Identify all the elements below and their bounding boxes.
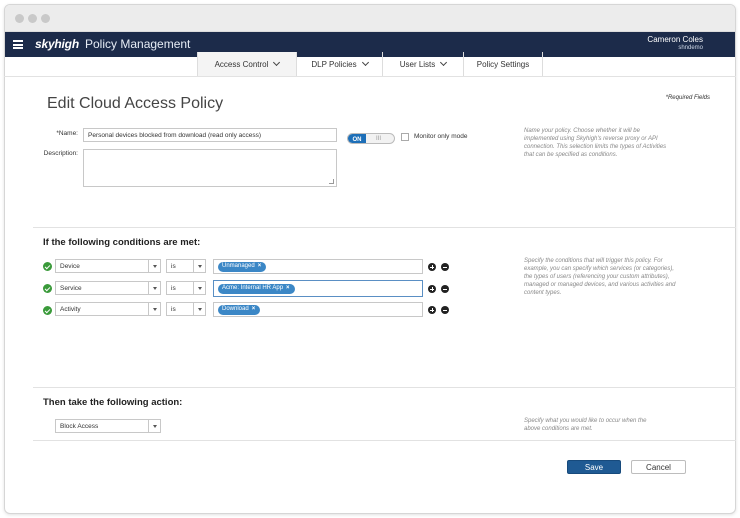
remove-condition-icon[interactable] [441, 285, 449, 293]
tab-label: Access Control [214, 59, 269, 69]
tab-label: DLP Policies [311, 59, 357, 69]
monitor-only-checkbox[interactable] [401, 133, 409, 141]
policy-name-input[interactable]: Personal devices blocked from download (… [83, 128, 337, 142]
chevron-down-icon [440, 58, 448, 67]
save-button[interactable]: Save [567, 460, 621, 474]
proxy-api-toggle[interactable]: ON III [347, 133, 395, 144]
description-label: Description: [43, 150, 78, 157]
dropdown-arrow-icon [193, 303, 205, 315]
main-tabs: Access Control DLP Policies User Lists P… [197, 52, 543, 76]
tab-dlp-policies[interactable]: DLP Policies [297, 52, 383, 76]
select-value: Service [60, 285, 82, 292]
dropdown-arrow-icon [148, 260, 160, 272]
conditions-heading: If the following conditions are met: [43, 237, 201, 248]
select-value: is [171, 285, 176, 292]
condition-value-input[interactable]: Acme: Internal HR App × [213, 280, 423, 297]
condition-operator-select[interactable]: is [166, 302, 206, 316]
remove-tag-icon[interactable]: × [252, 306, 256, 312]
remove-condition-icon[interactable] [441, 306, 449, 314]
dropdown-arrow-icon [193, 260, 205, 272]
name-label: *Name: [56, 130, 78, 137]
window-close-dot[interactable] [15, 14, 24, 23]
chevron-down-icon [273, 58, 281, 67]
remove-tag-icon[interactable]: × [258, 263, 262, 269]
chevron-down-icon [361, 58, 369, 67]
condition-operator-select[interactable]: is [166, 281, 206, 295]
condition-valid-icon [43, 284, 52, 293]
condition-tag[interactable]: Acme: Internal HR App × [218, 284, 295, 294]
remove-tag-icon[interactable]: × [286, 285, 290, 291]
action-heading: Then take the following action: [43, 397, 183, 408]
condition-operator-select[interactable]: is [166, 259, 206, 273]
condition-field-select[interactable]: Device [55, 259, 161, 273]
app-logo[interactable]: skyhigh [35, 37, 79, 51]
user-tenant: shndemo [678, 45, 703, 51]
page-title: Edit Cloud Access Policy [47, 95, 224, 112]
action-help-text: Specify what you would like to occur whe… [524, 418, 647, 432]
add-condition-icon[interactable] [428, 306, 436, 314]
condition-tag[interactable]: Unmanaged × [218, 262, 267, 272]
toggle-grip-icon: III [376, 136, 382, 142]
cancel-button[interactable]: Cancel [631, 460, 686, 474]
required-fields-note: *Required Fields [665, 95, 710, 101]
action-select[interactable]: Block Access [55, 419, 161, 433]
select-value: Activity [60, 306, 81, 313]
condition-tag[interactable]: Download × [218, 305, 261, 315]
user-menu[interactable]: Cameron Coles shndemo [647, 35, 703, 53]
window-minimize-dot[interactable] [28, 14, 37, 23]
condition-valid-icon [43, 262, 52, 271]
user-name: Cameron Coles [647, 35, 703, 44]
dropdown-arrow-icon [193, 282, 205, 294]
condition-value-input[interactable]: Download × [213, 302, 423, 317]
section-divider [33, 440, 736, 441]
tab-label: User Lists [399, 59, 436, 69]
tag-label: Acme: Internal HR App [222, 285, 284, 291]
add-condition-icon[interactable] [428, 263, 436, 271]
tag-label: Download [222, 306, 249, 312]
add-condition-icon[interactable] [428, 285, 436, 293]
monitor-only-label: Monitor only mode [414, 133, 468, 140]
tag-label: Unmanaged [222, 263, 255, 269]
tab-policy-settings[interactable]: Policy Settings [464, 52, 543, 76]
window-maximize-dot[interactable] [41, 14, 50, 23]
tab-user-lists[interactable]: User Lists [383, 52, 464, 76]
description-textarea[interactable] [83, 149, 337, 187]
select-value: is [171, 306, 176, 313]
dropdown-arrow-icon [148, 303, 160, 315]
condition-field-select[interactable]: Activity [55, 302, 161, 316]
tabbar-divider [4, 76, 736, 77]
condition-field-select[interactable]: Service [55, 281, 161, 295]
select-value: Device [60, 263, 80, 270]
select-value: Block Access [60, 423, 99, 430]
remove-condition-icon[interactable] [441, 263, 449, 271]
tab-label: Policy Settings [476, 59, 530, 69]
dropdown-arrow-icon [148, 282, 160, 294]
section-divider [33, 227, 736, 228]
tab-access-control[interactable]: Access Control [198, 52, 297, 76]
menu-icon[interactable] [13, 40, 23, 49]
window-chrome [5, 5, 735, 32]
select-value: is [171, 263, 176, 270]
resize-handle-icon[interactable] [329, 179, 334, 184]
dropdown-arrow-icon [148, 420, 160, 432]
toggle-on-label: ON [348, 134, 366, 143]
condition-valid-icon [43, 306, 52, 315]
section-divider [33, 387, 736, 388]
conditions-help-text: Specify the conditions that will trigger… [524, 258, 676, 296]
condition-value-input[interactable]: Unmanaged × [213, 259, 423, 274]
name-help-text: Name your policy. Choose whether it will… [524, 128, 667, 158]
app-name: Policy Management [85, 37, 191, 51]
